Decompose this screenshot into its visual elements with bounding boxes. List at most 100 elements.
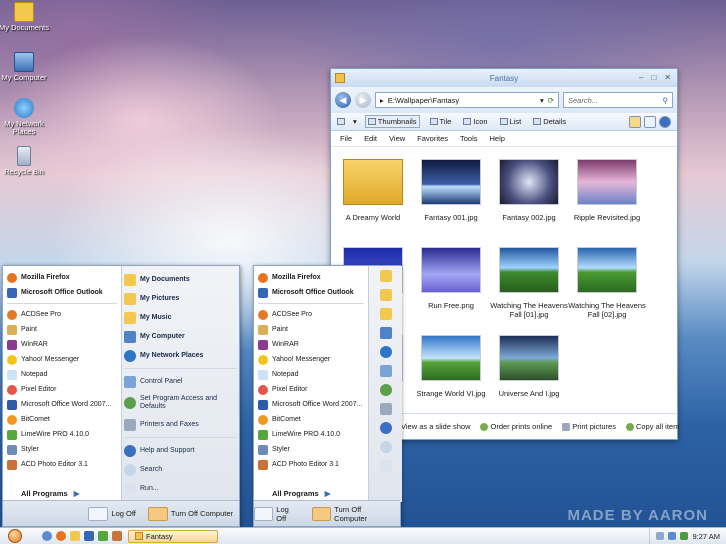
layout-dropdown-icon[interactable]: ▾ [353,117,357,126]
view-tile-button[interactable]: Tile [428,116,454,127]
turn-off-button[interactable]: Turn Off Computer [147,506,233,521]
view-thumbnails-button[interactable]: Thumbnails [364,115,420,128]
file-item[interactable]: Universe And I.jpg [490,335,568,398]
program-winrar[interactable]: WinRAR [258,337,364,352]
program-firefox[interactable]: Mozilla Firefox [7,270,117,285]
firefox-icon[interactable] [56,531,66,541]
all-programs-button[interactable]: All Programs ▶ [21,489,79,498]
network-icon[interactable] [379,346,392,358]
view-list-button[interactable]: List [498,116,524,127]
program-pixel-editor[interactable]: Pixel Editor [258,382,364,397]
file-item[interactable]: Ripple Revisited.jpg [568,159,646,222]
place-my-network[interactable]: My Network Places [124,346,237,365]
log-off-button[interactable]: Log Off [254,505,300,523]
program-bitcomet[interactable]: BitComet [7,412,117,427]
minimize-icon[interactable]: – [639,73,643,82]
control-panel-icon[interactable] [379,365,392,377]
show-desktop-icon[interactable] [42,531,52,541]
pencil-icon[interactable] [629,115,641,128]
address-bar[interactable]: ▸ E:\Wallpaper\Fantasy ▾ ⟳ [375,92,559,108]
place-search[interactable]: Search [124,460,237,479]
place-program-defaults[interactable]: Set Program Access and Defaults [124,391,237,415]
file-item[interactable]: Watching The Heavens Fall [01].jpg [490,247,568,319]
program-limewire[interactable]: LimeWire PRO 4.10.0 [7,427,117,442]
close-icon[interactable]: ✕ [664,73,671,82]
help-icon[interactable] [379,422,392,434]
view-details-button[interactable]: Details [531,116,568,127]
program-styler[interactable]: Styler [7,442,117,457]
run-icon[interactable] [379,460,392,472]
program-styler[interactable]: Styler [258,442,364,457]
place-help[interactable]: Help and Support [124,441,237,460]
program-firefox[interactable]: Mozilla Firefox [258,270,364,285]
maximize-icon[interactable]: □ [651,73,656,82]
turn-off-button[interactable]: Turn Off Computer [311,505,394,523]
layout-icon[interactable] [337,118,345,125]
program-winrar[interactable]: WinRAR [7,337,117,352]
forward-button[interactable]: ▶ [355,92,371,108]
program-acd-photo-editor[interactable]: ACD Photo Editor 3.1 [7,457,117,472]
place-my-computer[interactable]: My Computer [124,327,237,346]
help-icon[interactable] [659,115,671,128]
program-acdsee[interactable]: ACDSee Pro [7,307,117,322]
taskbar-button-fantasy[interactable]: Fantasy [128,529,218,543]
music-icon[interactable] [379,308,392,320]
defaults-icon[interactable] [379,384,392,396]
program-acd-photo-editor[interactable]: ACD Photo Editor 3.1 [258,457,364,472]
file-item[interactable]: Run Free.png [412,247,490,310]
program-notepad[interactable]: Notepad [7,367,117,382]
folder-item[interactable]: A Dreamy World [334,159,412,222]
my-network-places-desktop-icon[interactable]: My Network Places [0,98,52,136]
menu-tools[interactable]: Tools [460,134,478,143]
menu-view[interactable]: View [389,134,405,143]
documents-icon[interactable] [379,270,392,282]
file-item[interactable]: Watching The Heavens Fall [02].jpg [568,247,646,319]
slideshow-link[interactable]: View as a slide show [401,422,470,431]
copy-all-link[interactable]: Copy all item [625,422,679,431]
program-pixel-editor[interactable]: Pixel Editor [7,382,117,397]
view-icon-button[interactable]: Icon [461,116,489,127]
recycle-bin-desktop-icon[interactable]: Recycle Bin [0,146,52,176]
program-word[interactable]: Microsoft Office Word 2007... [258,397,364,412]
toolbar-options-icon[interactable] [644,115,656,128]
program-outlook[interactable]: Microsoft Office Outlook [258,285,364,300]
network-tray-icon[interactable] [656,532,665,540]
place-my-documents[interactable]: My Documents [124,270,237,289]
program-outlook[interactable]: Microsoft Office Outlook [7,285,117,300]
program-paint[interactable]: Paint [258,322,364,337]
log-off-button[interactable]: Log Off [88,506,136,521]
refresh-icon[interactable]: ⟳ [548,96,554,105]
my-documents-desktop-icon[interactable]: My Documents [0,2,52,32]
program-yahoo[interactable]: Yahoo! Messenger [7,352,117,367]
window-titlebar[interactable]: Fantasy – □ ✕ [331,69,677,87]
back-button[interactable]: ◀ [335,92,351,108]
media-icon[interactable] [98,531,108,541]
place-my-music[interactable]: My Music [124,308,237,327]
app-icon[interactable] [112,531,122,541]
program-word[interactable]: Microsoft Office Word 2007... [7,397,117,412]
program-yahoo[interactable]: Yahoo! Messenger [258,352,364,367]
pictures-icon[interactable] [379,289,392,301]
start-menu[interactable]: Mozilla Firefox Microsoft Office Outlook… [2,265,240,527]
menu-help[interactable]: Help [490,134,505,143]
program-limewire[interactable]: LimeWire PRO 4.10.0 [258,427,364,442]
place-control-panel[interactable]: Control Panel [124,372,237,391]
start-button[interactable] [8,529,22,543]
search-icon[interactable]: ⚲ [663,96,669,105]
menu-favorites[interactable]: Favorites [417,134,448,143]
computer-icon[interactable] [379,327,392,339]
folder-icon[interactable] [70,531,80,541]
place-my-pictures[interactable]: My Pictures [124,289,237,308]
my-computer-desktop-icon[interactable]: My Computer [0,52,52,82]
program-acdsee[interactable]: ACDSee Pro [258,307,364,322]
menu-file[interactable]: File [340,134,352,143]
dropdown-icon[interactable]: ▾ [540,96,544,105]
print-pictures-link[interactable]: Print pictures [562,422,616,431]
search-input[interactable]: Search... ⚲ [563,92,673,108]
program-bitcomet[interactable]: BitComet [258,412,364,427]
outlook-icon[interactable] [84,531,94,541]
order-prints-link[interactable]: Order prints online [480,422,552,431]
file-item[interactable]: Fantasy 001.jpg [412,159,490,222]
search-icon[interactable] [379,441,392,453]
program-notepad[interactable]: Notepad [258,367,364,382]
